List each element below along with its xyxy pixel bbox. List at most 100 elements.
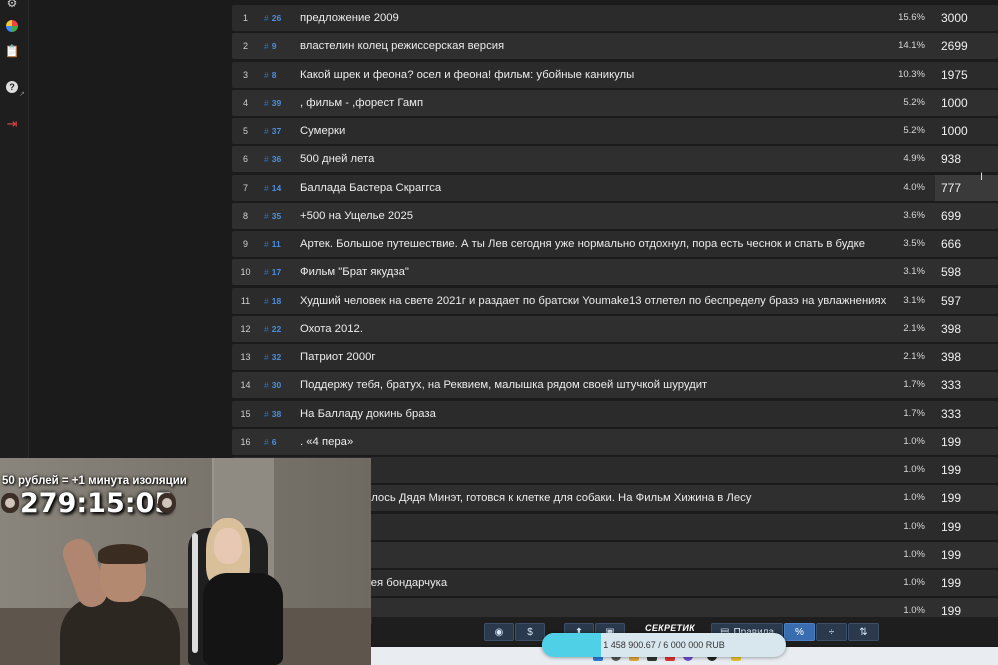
row-id[interactable]: #8	[264, 62, 294, 88]
row-amount[interactable]: 199	[935, 485, 998, 511]
gear-icon[interactable]: ⚙	[5, 0, 19, 10]
row-title: Артек. Большое путешествие. А ты Лев сег…	[300, 238, 865, 250]
row-amount[interactable]: 199	[935, 457, 998, 483]
row-title: Фильм "Брат якудза"	[300, 266, 409, 279]
table-row[interactable]: 9 #11 Артек. Большое путешествие. А ты Лев…	[232, 231, 998, 257]
row-amount[interactable]: 199	[935, 429, 998, 455]
table-row[interactable]: 15 #38 На Балладу докинь браза 1.7% 333	[232, 400, 998, 427]
table-row[interactable]: 10 #17 Фильм "Брат якудза" 3.1% 598	[232, 259, 998, 286]
row-rank: 7	[242, 182, 248, 193]
table-row[interactable]: 16 #6 . «4 пера» 1.0% 199	[232, 428, 998, 455]
row-title: властелин колец режиссерская версия	[300, 40, 505, 53]
row-id[interactable]: #22	[264, 316, 294, 342]
row-amount[interactable]: 398	[935, 344, 998, 370]
row-percent: 1.0%	[903, 464, 925, 475]
row-title: на и мир сергея бондарчука	[300, 577, 448, 589]
hash-icon: #	[264, 13, 269, 23]
table-row[interactable]: 11 #18 Худший человек на свете 2021г и раз…	[232, 287, 998, 314]
row-title: 500 дней лета	[300, 153, 375, 166]
hash-icon: #	[264, 97, 269, 108]
row-id-value: 30	[271, 380, 282, 391]
row-percent: 1.7%	[903, 379, 925, 391]
table-row[interactable]: 8 #35 +500 на Ущелье 2025 3.6% 699	[232, 202, 998, 229]
row-percent: 3.5%	[903, 238, 925, 249]
table-row[interactable]: 5 #37 Сумерки 5.2% 1000	[232, 118, 998, 144]
row-id[interactable]: #11	[264, 231, 294, 257]
dollar-button[interactable]: $	[515, 623, 545, 641]
goal-progress-text: 1 458 900.67 / 6 000 000 RUB	[603, 640, 725, 650]
row-rank: 3	[242, 69, 248, 80]
divide-button[interactable]: ÷	[816, 623, 847, 641]
row-id[interactable]: #36	[264, 146, 294, 172]
row-rank: 16	[240, 436, 251, 447]
row-amount[interactable]: 333	[935, 401, 998, 427]
sort-button[interactable]: ⇅	[848, 623, 879, 641]
row-amount[interactable]: 598	[935, 259, 998, 285]
table-row[interactable]: 7 #14 Баллада Бастера Скраггса 4.0% 777	[232, 174, 998, 201]
row-amount[interactable]: 3000	[935, 5, 998, 31]
row-amount[interactable]: 699	[935, 203, 998, 229]
row-id[interactable]: #30	[264, 372, 294, 398]
row-amount[interactable]: 199	[935, 542, 998, 568]
row-id[interactable]: #39	[264, 90, 294, 116]
row-id-value: 9	[271, 41, 277, 52]
table-row[interactable]: 2 #9 властелин колец режиссерская версия 14…	[232, 33, 998, 60]
row-id[interactable]: #6	[264, 429, 294, 455]
clipboard-icon[interactable]: 📋	[5, 44, 20, 58]
logout-icon[interactable]: ⇥	[5, 116, 19, 131]
row-percent: 1.0%	[903, 492, 925, 504]
row-amount[interactable]: 398	[935, 316, 998, 342]
row-id[interactable]: #18	[264, 288, 294, 314]
row-amount[interactable]: 666	[935, 231, 998, 257]
row-amount[interactable]: 1975	[935, 62, 998, 88]
row-id[interactable]: #32	[264, 344, 294, 370]
row-id-value: 36	[271, 154, 282, 165]
row-title: Какой шрек и феона? осел и феона! фильм:…	[300, 68, 635, 81]
row-amount[interactable]: 1000	[935, 90, 998, 116]
row-amount[interactable]: 2699	[935, 33, 998, 59]
row-id-value: 26	[271, 13, 282, 23]
github-button[interactable]: ◉	[484, 623, 514, 641]
github-icon: ◉	[494, 626, 504, 638]
row-title: предложение 2009	[300, 12, 399, 24]
table-row[interactable]: 4 #39 , фильм - ,форест Гамп 5.2% 1000	[232, 89, 998, 116]
row-id[interactable]: #9	[264, 33, 294, 59]
table-row[interactable]: 12 #22 Охота 2012. 2.1% 398	[232, 315, 998, 342]
help-icon[interactable]: ?	[6, 81, 18, 93]
row-amount[interactable]: 199	[935, 514, 998, 540]
table-row[interactable]: 3 #8 Какой шрек и феона? осел и феона! фил…	[232, 61, 998, 88]
row-percent: 5.2%	[903, 96, 925, 108]
row-title: Поддержу тебя, братух, на Реквием, малыш…	[300, 379, 708, 392]
percent-toggle-button[interactable]: %	[784, 623, 815, 641]
row-rank: 9	[242, 239, 248, 249]
row-id[interactable]: #17	[264, 259, 294, 285]
table-row[interactable]: 13 #32 Патриот 2000г 2.1% 398	[232, 344, 998, 370]
row-id[interactable]: #26	[264, 5, 294, 31]
pie-chart-icon[interactable]	[6, 20, 18, 32]
row-id[interactable]: #35	[264, 203, 294, 229]
percent-icon: %	[795, 626, 804, 638]
row-percent: 15.6%	[898, 12, 925, 23]
dog-emote-icon	[158, 493, 176, 513]
row-id-value: 32	[271, 352, 282, 362]
webcam-overlay: 50 рублей = +1 минута изоляции 279:15:05	[0, 458, 371, 665]
row-amount[interactable]: 333	[935, 372, 998, 398]
row-rank: 14	[240, 380, 251, 391]
row-amount[interactable]: 597	[935, 288, 998, 314]
row-id-value: 35	[271, 210, 282, 221]
row-id-value: 39	[271, 97, 282, 108]
hash-icon: #	[264, 41, 269, 52]
row-amount[interactable]: 938	[935, 146, 998, 172]
table-row[interactable]: 1 #26 предложение 2009 15.6% 3000	[232, 5, 998, 31]
row-id[interactable]: #38	[264, 401, 294, 427]
row-amount[interactable]: 199	[935, 570, 998, 596]
row-id-value: 37	[271, 126, 282, 136]
row-id[interactable]: #37	[264, 118, 294, 144]
row-amount[interactable]: 1000	[935, 118, 998, 144]
table-row[interactable]: 6 #36 500 дней лета 4.9% 938	[232, 146, 998, 173]
table-row[interactable]: 14 #30 Поддержу тебя, братух, на Реквием, …	[232, 372, 998, 399]
row-id[interactable]: #14	[264, 175, 294, 201]
row-title: Охота 2012.	[300, 322, 363, 335]
row-percent: 1.7%	[903, 407, 925, 419]
row-amount[interactable]: 777	[935, 174, 998, 201]
